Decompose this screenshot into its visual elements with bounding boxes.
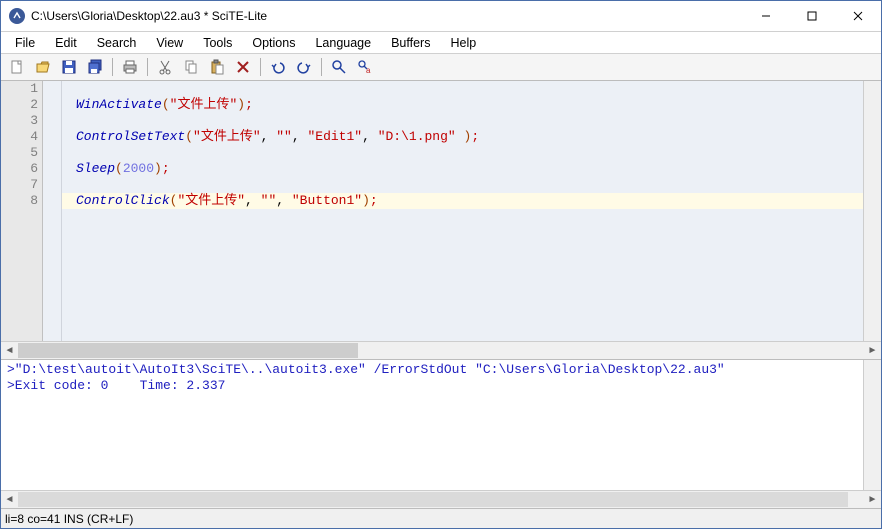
menu-tools[interactable]: Tools [193, 34, 242, 52]
statusbar: li=8 co=41 INS (CR+LF) [1, 508, 881, 528]
line-number: 7 [1, 177, 38, 193]
toolbar-separator [321, 58, 322, 76]
toolbar-separator [147, 58, 148, 76]
window-title: C:\Users\Gloria\Desktop\22.au3 * SciTE-L… [31, 9, 743, 23]
toolbar-separator [260, 58, 261, 76]
code-line[interactable]: ControlSetText("文件上传", "", "Edit1", "D:\… [62, 129, 863, 145]
scroll-left-icon[interactable]: ◄ [1, 342, 18, 359]
undo-icon[interactable] [266, 55, 290, 79]
replace-icon[interactable]: a [353, 55, 377, 79]
output-line: >"D:\test\autoit\AutoIt3\SciTE\..\autoit… [7, 362, 857, 378]
line-number: 2 [1, 97, 38, 113]
code-line[interactable] [62, 145, 863, 161]
code-line[interactable]: WinActivate("文件上传"); [62, 97, 863, 113]
code-area[interactable]: WinActivate("文件上传"); ControlSetText("文件上传… [62, 81, 863, 341]
toolbar-separator [112, 58, 113, 76]
app-icon [9, 8, 25, 24]
code-line[interactable] [62, 113, 863, 129]
line-number: 4 [1, 129, 38, 145]
menu-search[interactable]: Search [87, 34, 147, 52]
cut-icon[interactable] [153, 55, 177, 79]
code-line[interactable] [62, 81, 863, 97]
menu-file[interactable]: File [5, 34, 45, 52]
line-number: 5 [1, 145, 38, 161]
scroll-right-icon[interactable]: ► [864, 491, 881, 508]
minimize-button[interactable] [743, 1, 789, 31]
scroll-thumb[interactable] [18, 492, 848, 507]
menu-view[interactable]: View [146, 34, 193, 52]
close-button[interactable] [835, 1, 881, 31]
print-icon[interactable] [118, 55, 142, 79]
line-number: 3 [1, 113, 38, 129]
scite-window: C:\Users\Gloria\Desktop\22.au3 * SciTE-L… [0, 0, 882, 529]
fold-margin[interactable] [43, 81, 62, 341]
open-icon[interactable] [31, 55, 55, 79]
new-icon[interactable] [5, 55, 29, 79]
code-editor[interactable]: 12345678 WinActivate("文件上传"); ControlSetT… [1, 81, 863, 341]
editor-vertical-scrollbar[interactable] [863, 81, 881, 341]
editor-horizontal-scrollbar[interactable]: ◄ ► [1, 341, 881, 359]
menubar: FileEditSearchViewToolsOptionsLanguageBu… [1, 32, 881, 54]
menu-buffers[interactable]: Buffers [381, 34, 440, 52]
save-all-icon[interactable] [83, 55, 107, 79]
output-area[interactable]: >"D:\test\autoit\AutoIt3\SciTE\..\autoit… [1, 360, 863, 490]
save-icon[interactable] [57, 55, 81, 79]
scroll-thumb[interactable] [18, 343, 358, 358]
menu-edit[interactable]: Edit [45, 34, 87, 52]
redo-icon[interactable] [292, 55, 316, 79]
output-line: >Exit code: 0 Time: 2.337 [7, 378, 857, 394]
line-number: 1 [1, 81, 38, 97]
delete-icon[interactable] [231, 55, 255, 79]
scroll-left-icon[interactable]: ◄ [1, 491, 18, 508]
menu-help[interactable]: Help [440, 34, 486, 52]
menu-language[interactable]: Language [305, 34, 381, 52]
copy-icon[interactable] [179, 55, 203, 79]
paste-icon[interactable] [205, 55, 229, 79]
status-text: li=8 co=41 INS (CR+LF) [5, 512, 133, 526]
menu-options[interactable]: Options [242, 34, 305, 52]
line-number: 8 [1, 193, 38, 209]
maximize-button[interactable] [789, 1, 835, 31]
output-panel: >"D:\test\autoit\AutoIt3\SciTE\..\autoit… [1, 360, 881, 508]
line-number-gutter: 12345678 [1, 81, 43, 341]
svg-text:a: a [366, 66, 371, 75]
editor-panel: 12345678 WinActivate("文件上传"); ControlSetT… [1, 81, 881, 360]
code-line[interactable]: Sleep(2000); [62, 161, 863, 177]
code-line[interactable]: ControlClick("文件上传", "", "Button1"); [62, 193, 863, 209]
code-line[interactable] [62, 177, 863, 193]
scroll-right-icon[interactable]: ► [864, 342, 881, 359]
toolbar: a [1, 54, 881, 81]
line-number: 6 [1, 161, 38, 177]
output-vertical-scrollbar[interactable] [863, 360, 881, 490]
titlebar: C:\Users\Gloria\Desktop\22.au3 * SciTE-L… [1, 1, 881, 32]
find-icon[interactable] [327, 55, 351, 79]
output-horizontal-scrollbar[interactable]: ◄ ► [1, 490, 881, 508]
